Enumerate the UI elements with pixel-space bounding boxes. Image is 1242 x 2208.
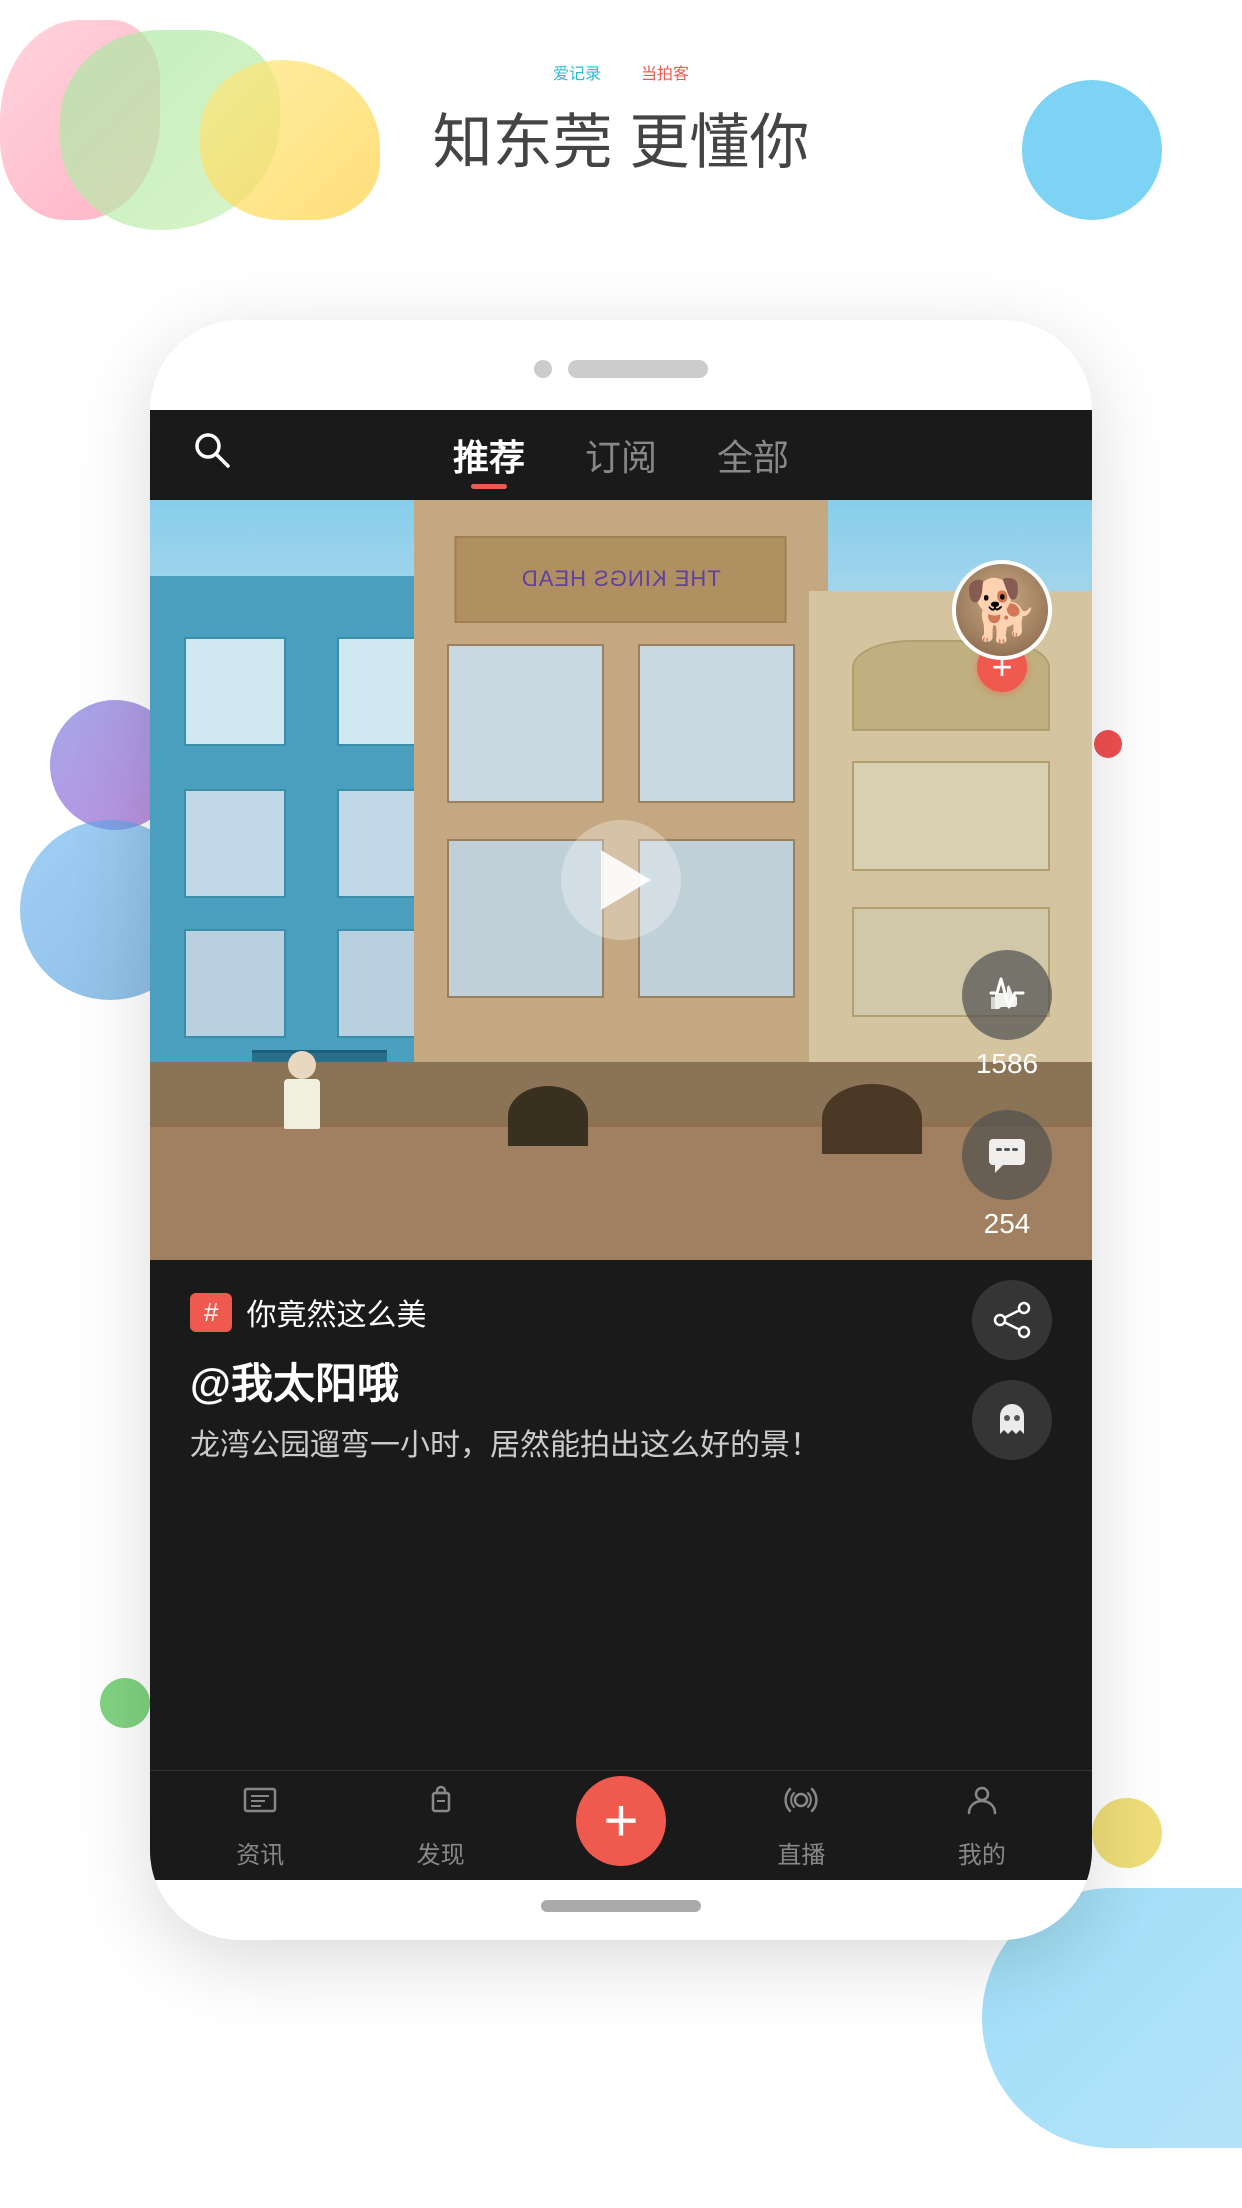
tab-all[interactable]: 全部 — [717, 429, 789, 481]
video-area[interactable]: THE KINGS HEAD — [150, 500, 1092, 1260]
avatar-follow-group: 🐕 + — [952, 560, 1052, 692]
comment-button[interactable]: 254 — [962, 1110, 1052, 1240]
comment-count: 254 — [984, 1208, 1031, 1240]
wooden-deck — [150, 1123, 1092, 1260]
news-icon — [241, 1781, 279, 1829]
deco-blob-yellow-bottom-right — [1092, 1798, 1162, 1868]
person-figure — [282, 1051, 322, 1131]
add-icon[interactable]: + — [576, 1776, 666, 1866]
right-share-group — [972, 1280, 1052, 1460]
tab-news[interactable]: 资讯 — [170, 1781, 350, 1870]
bottom-tab-bar: 资讯 发现 + — [150, 1770, 1092, 1880]
like-button[interactable]: 1586 — [962, 950, 1052, 1080]
tagline-line2: 知东莞 更懂你 — [0, 94, 1242, 181]
tab-add[interactable]: + — [531, 1776, 711, 1876]
tab-mine[interactable]: 我的 — [892, 1781, 1072, 1870]
avatar-image: 🐕 — [956, 564, 1048, 656]
tab-live[interactable]: 直播 — [711, 1781, 891, 1870]
tagline-red: 当拍客 — [641, 66, 689, 83]
tagline-line1: 爱记录 当拍客 — [0, 60, 1242, 84]
ai-filter-button[interactable] — [972, 1380, 1052, 1460]
search-icon[interactable] — [190, 428, 234, 483]
nav-bar: 推荐 订阅 全部 — [150, 410, 1092, 500]
live-label: 直播 — [777, 1835, 825, 1870]
discover-icon — [422, 1781, 460, 1829]
mine-icon — [963, 1781, 1001, 1829]
tab-discover[interactable]: 发现 — [350, 1781, 530, 1870]
like-count: 1586 — [976, 1048, 1038, 1080]
news-label: 资讯 — [236, 1835, 284, 1870]
app-content: 推荐 订阅 全部 — [150, 410, 1092, 1880]
phone-top-bar — [534, 360, 708, 378]
bush-left — [508, 1086, 588, 1146]
phone-camera-dot — [534, 360, 552, 378]
play-button[interactable] — [561, 820, 681, 940]
deco-blob-green-bottom — [100, 1678, 150, 1728]
deco-blob-red-right — [1094, 730, 1122, 758]
right-actions: 1586 254 — [962, 950, 1052, 1240]
description: 龙湾公园遛弯一小时，居然能拍出这么好的景！ — [190, 1423, 1052, 1468]
phone-home-indicator — [541, 1900, 701, 1912]
share-button[interactable] — [972, 1280, 1052, 1360]
bottom-info: # 你竟然这么美 @我太阳哦 龙湾公园遛弯一小时，居然能拍出这么好的景！ — [150, 1260, 1092, 1770]
tag-text: 你竟然这么美 — [246, 1290, 426, 1334]
username[interactable]: @我太阳哦 — [190, 1350, 1052, 1411]
tag-line: # 你竟然这么美 — [190, 1290, 1052, 1334]
phone-speaker — [568, 360, 708, 378]
header: 爱记录 当拍客 知东莞 更懂你 — [0, 60, 1242, 181]
tab-subscribe[interactable]: 订阅 — [585, 429, 657, 481]
hashtag-icon: # — [190, 1293, 232, 1332]
play-triangle-icon — [601, 850, 651, 910]
mine-label: 我的 — [958, 1835, 1006, 1870]
phone-mockup: 推荐 订阅 全部 — [150, 320, 1092, 1940]
tagline-cyan: 爱记录 — [553, 66, 601, 83]
discover-label: 发现 — [417, 1835, 465, 1870]
tab-recommended[interactable]: 推荐 — [453, 429, 525, 481]
live-icon — [782, 1781, 820, 1829]
like-icon-wrap — [962, 950, 1052, 1040]
comment-icon-wrap — [962, 1110, 1052, 1200]
avatar[interactable]: 🐕 — [952, 560, 1052, 660]
bush-right — [822, 1084, 922, 1154]
nav-tabs: 推荐 订阅 全部 — [453, 429, 789, 481]
